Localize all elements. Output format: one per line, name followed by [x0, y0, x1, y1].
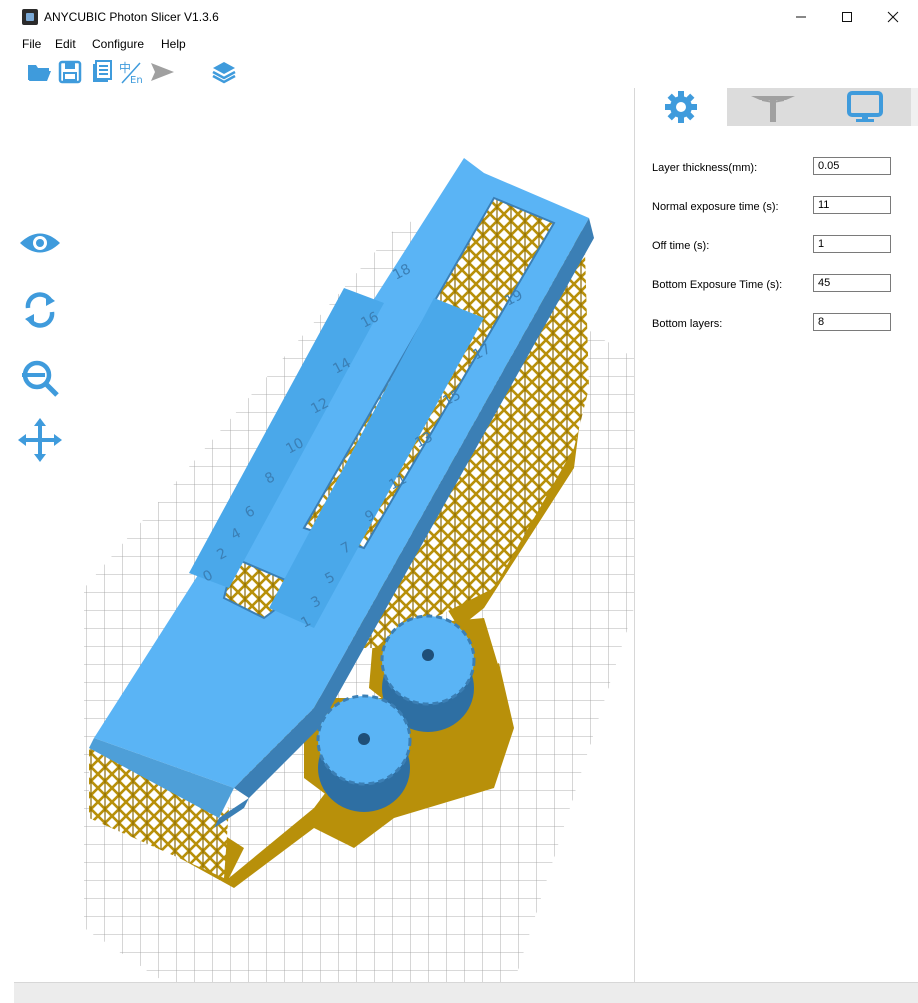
maximize-icon: [842, 12, 852, 22]
menu-file[interactable]: File: [22, 37, 41, 51]
window-title: ANYCUBIC Photon Slicer V1.3.6: [44, 10, 219, 24]
app-icon: [22, 9, 38, 25]
layer-thickness-input[interactable]: [813, 157, 891, 175]
send-icon[interactable]: [149, 59, 175, 85]
minimize-icon: [796, 16, 806, 18]
desktop-left-edge: [0, 0, 14, 1002]
rotate-icon[interactable]: [20, 290, 60, 330]
support-icon: [751, 96, 795, 122]
3d-viewport[interactable]: 0 2 4 6 8 10 12 14 16 18 1 3 5 7 9 11 13…: [14, 88, 634, 982]
minimize-button[interactable]: [778, 0, 824, 34]
svg-text:中: 中: [119, 60, 131, 75]
menu-bar: File Edit Configure Help: [14, 34, 918, 54]
off-time-input[interactable]: [813, 235, 891, 253]
tab-supports[interactable]: [727, 88, 819, 126]
bottom-layers-label: Bottom layers:: [652, 318, 723, 330]
monitor-icon: [847, 91, 883, 122]
open-folder-icon[interactable]: [26, 59, 52, 85]
menu-edit[interactable]: Edit: [55, 37, 76, 51]
print-settings-form: Layer thickness(mm): Normal exposure tim…: [635, 126, 918, 982]
normal-exposure-label: Normal exposure time (s):: [652, 201, 779, 213]
settings-panel: Layer thickness(mm): Normal exposure tim…: [634, 88, 918, 982]
layer-thickness-label: Layer thickness(mm):: [652, 162, 758, 174]
bottom-layers-input[interactable]: [813, 313, 891, 331]
move-icon[interactable]: [18, 418, 62, 462]
zoom-icon[interactable]: [20, 358, 60, 398]
tab-settings[interactable]: [635, 88, 727, 126]
language-icon[interactable]: 中 En: [118, 59, 144, 85]
bottom-exposure-input[interactable]: [813, 274, 891, 292]
maximize-button[interactable]: [824, 0, 870, 34]
layers-icon[interactable]: [211, 59, 237, 85]
normal-exposure-input[interactable]: [813, 196, 891, 214]
title-bar: ANYCUBIC Photon Slicer V1.3.6: [14, 0, 918, 34]
off-time-label: Off time (s):: [652, 240, 710, 252]
bottom-exposure-label: Bottom Exposure Time (s):: [652, 279, 783, 291]
save-icon[interactable]: [57, 59, 83, 85]
close-button[interactable]: [870, 0, 916, 34]
gear-icon: [665, 91, 697, 123]
document-icon[interactable]: [88, 59, 114, 85]
app-window: ANYCUBIC Photon Slicer V1.3.6 File Edit …: [14, 0, 918, 1003]
toolbar: 中 En: [14, 54, 918, 89]
gear-model-lower: [316, 694, 412, 812]
menu-help[interactable]: Help: [161, 37, 186, 51]
tab-display[interactable]: [819, 88, 911, 126]
svg-text:En: En: [130, 75, 143, 85]
eye-icon[interactable]: [18, 228, 62, 258]
model-scene: 0 2 4 6 8 10 12 14 16 18 1 3 5 7 9 11 13…: [84, 158, 634, 982]
close-icon: [887, 11, 899, 23]
menu-configure[interactable]: Configure: [92, 37, 144, 51]
status-bar: [14, 982, 918, 1003]
